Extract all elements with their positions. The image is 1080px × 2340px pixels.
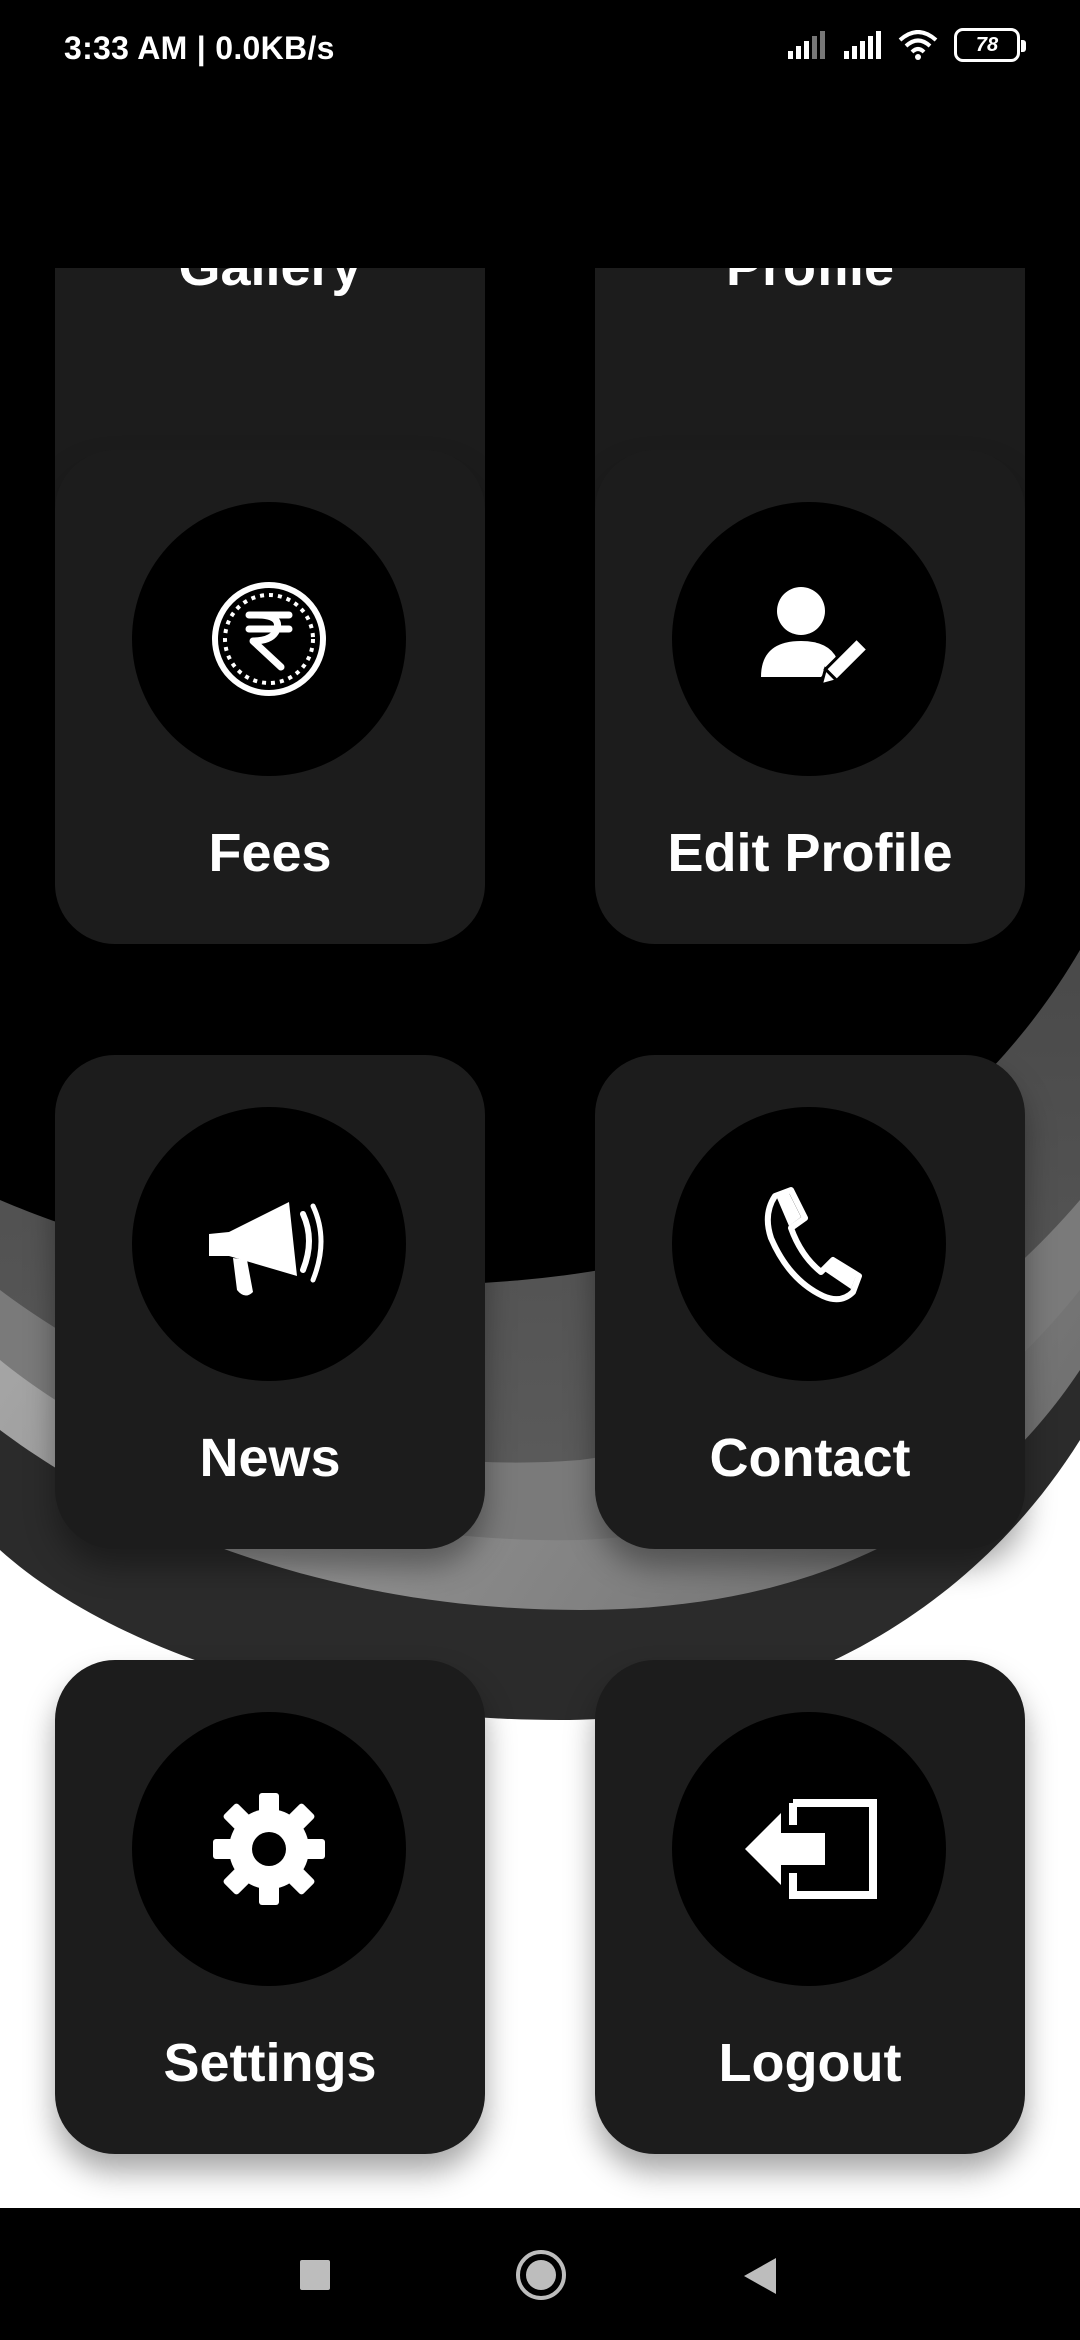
menu-card-logout[interactable]: Logout [595,1660,1025,2154]
icon-circle [132,502,406,776]
status-bar: 3:33 AM | 0.0KB/s 78 [0,0,1080,100]
menu-card-contact[interactable]: Contact [595,1055,1025,1549]
gear-icon [213,1793,325,1905]
megaphone-icon [209,1202,324,1296]
menu-label-profile: Profile [595,268,1025,298]
menu-label-contact: Contact [709,1428,911,1488]
battery-level: 78 [975,33,999,56]
rupee-coin-icon [212,582,326,696]
icon-circle [132,1712,406,1986]
icon-circle [672,1712,946,1986]
signal-icon [788,31,825,59]
signal-icon [844,31,881,59]
phone-icon [764,1187,862,1303]
wifi-icon [898,30,938,60]
battery-icon: 78 [954,28,1026,62]
home-button[interactable] [514,2248,568,2302]
icon-circle [132,1107,406,1381]
menu-card-news[interactable]: News [55,1055,485,1549]
icon-circle [672,502,946,776]
status-icons: 78 [786,28,1026,62]
user-edit-icon [761,587,869,687]
menu-label-news: News [199,1428,341,1488]
menu-card-edit-profile[interactable]: Edit Profile [595,450,1025,944]
menu-label-gallery: Gallery [55,268,485,298]
recents-button[interactable] [298,2258,332,2292]
navigation-bar [0,2208,1080,2340]
back-button[interactable] [740,2256,780,2296]
logout-icon [745,1799,877,1899]
menu-label-logout: Logout [718,2033,902,2093]
menu-card-fees[interactable]: Fees [55,450,485,944]
menu-label-edit-profile: Edit Profile [667,823,953,883]
menu-grid: Gallery Profile Fees [0,268,1080,2208]
menu-label-fees: Fees [208,823,332,883]
icon-circle [672,1107,946,1381]
menu-card-settings[interactable]: Settings [55,1660,485,2154]
status-time-speed: 3:33 AM | 0.0KB/s [64,30,335,66]
menu-label-settings: Settings [163,2033,377,2093]
